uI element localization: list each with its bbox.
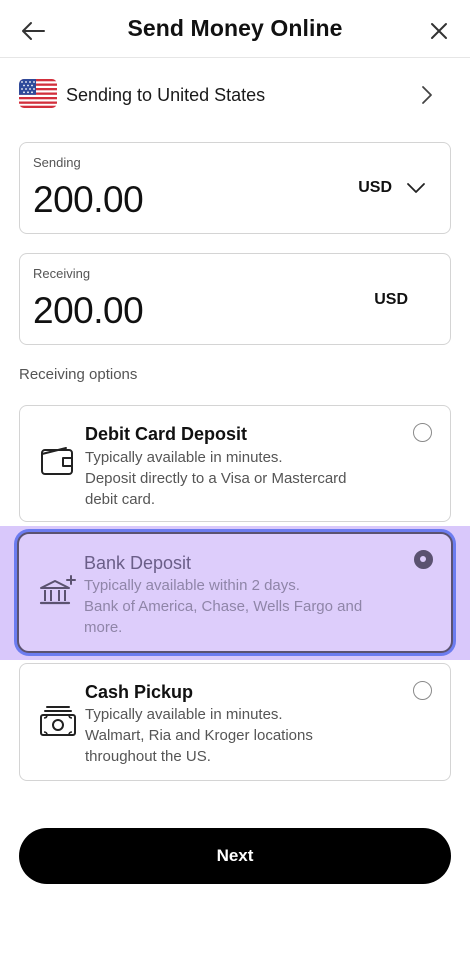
us-flag-icon — [19, 79, 57, 108]
chevron-right-icon — [422, 86, 432, 104]
option-description-line: Walmart, Ria and Kroger locations — [85, 727, 313, 744]
sending-amount-field[interactable]: Sending 200.00 USD — [19, 142, 451, 234]
receiving-amount-value[interactable]: 200.00 — [33, 290, 144, 332]
sending-amount-value[interactable]: 200.00 — [33, 179, 144, 221]
destination-country-row[interactable]: Sending to United States — [0, 70, 470, 120]
option-title: Debit Card Deposit — [85, 424, 248, 444]
option-radio-selected[interactable] — [414, 550, 433, 569]
cash-icon — [40, 706, 76, 736]
option-debit-card-deposit[interactable]: Debit Card Deposit Typically available i… — [19, 405, 451, 522]
option-description-line: throughout the US. — [85, 748, 211, 765]
chevron-down-icon[interactable] — [406, 181, 426, 195]
receiving-currency: USD — [374, 291, 408, 308]
sending-caption: Sending — [33, 155, 81, 170]
receiving-amount-field[interactable]: Receiving 200.00 USD — [19, 253, 451, 345]
option-description-line: debit card. — [85, 491, 156, 508]
receiving-caption: Receiving — [33, 266, 91, 281]
option-title: Cash Pickup — [85, 682, 194, 702]
close-icon — [431, 23, 447, 39]
option-description-line: more. — [84, 619, 123, 636]
destination-country-label: Sending to United States — [66, 85, 266, 105]
option-radio[interactable] — [413, 681, 432, 700]
option-description-line: Deposit directly to a Visa or Mastercard — [85, 470, 347, 487]
option-description-line: Typically available in minutes. — [85, 449, 283, 466]
option-description-line: Typically available in minutes. — [85, 706, 283, 723]
option-description-line: Bank of America, Chase, Wells Fargo and — [84, 598, 363, 615]
option-bank-deposit[interactable]: Bank Deposit Typically available within … — [17, 532, 453, 653]
option-cash-pickup[interactable]: Cash Pickup Typically available in minut… — [19, 663, 451, 781]
sending-currency[interactable]: USD — [358, 179, 392, 197]
top-bar: Send Money Online — [0, 0, 470, 58]
wallet-icon — [41, 447, 73, 475]
next-button[interactable]: Next — [19, 828, 451, 884]
receiving-options-label: Receiving options — [19, 366, 138, 383]
option-description-line: Typically available within 2 days. — [84, 577, 300, 594]
page-title: Send Money Online — [127, 15, 343, 41]
bank-plus-icon — [39, 575, 76, 605]
option-radio[interactable] — [413, 423, 432, 442]
option-title: Bank Deposit — [84, 553, 192, 573]
close-button[interactable] — [424, 16, 454, 46]
